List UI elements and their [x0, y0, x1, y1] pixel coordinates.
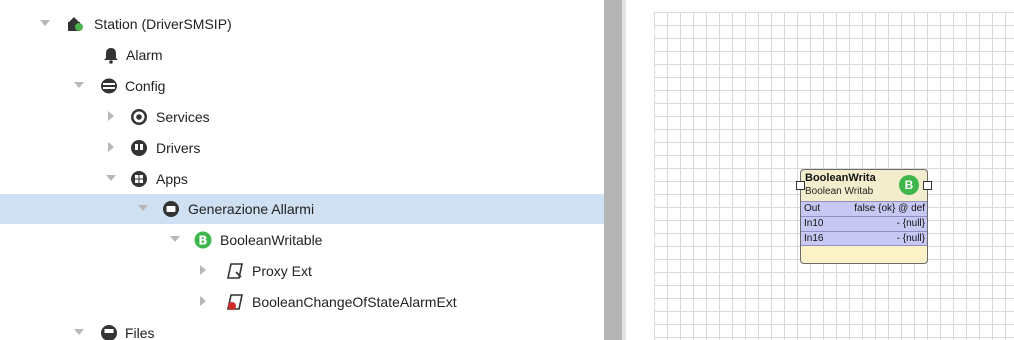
tree-row-apps[interactable]: Apps	[0, 164, 604, 194]
expand-arrow-icon[interactable]	[170, 236, 180, 242]
panel-divider[interactable]	[604, 0, 622, 340]
tree-label: Generazione Allarmi	[188, 201, 315, 217]
panel-divider-edge	[622, 0, 626, 340]
tree-label: Files	[125, 325, 155, 340]
bell-icon	[102, 46, 120, 64]
files-icon	[100, 324, 118, 340]
tree-label: Config	[125, 78, 166, 94]
expand-arrow-icon[interactable]	[40, 20, 50, 26]
expand-arrow-icon[interactable]	[200, 265, 206, 275]
tree-row-station[interactable]: Station (DriverSMSIP)	[0, 9, 604, 39]
tree-row-proxy-ext[interactable]: Proxy Ext	[0, 256, 604, 286]
tree-row-services[interactable]: Services	[0, 102, 604, 132]
alarm-ext-icon	[226, 293, 244, 311]
slot-name: In16	[804, 233, 824, 244]
output-port[interactable]	[923, 181, 932, 190]
folder-icon	[162, 200, 180, 218]
expand-arrow-icon[interactable]	[74, 329, 84, 335]
tree-row-files[interactable]: Files	[0, 318, 604, 340]
expand-arrow-icon[interactable]	[108, 142, 114, 152]
tree-label: Station (DriverSMSIP)	[94, 16, 232, 32]
tree-label: Alarm	[126, 47, 163, 63]
tree-label: Services	[156, 109, 210, 125]
database-icon	[100, 77, 118, 95]
tree-row-config[interactable]: Config	[0, 71, 604, 101]
block-footer	[801, 245, 927, 263]
slot-row-out[interactable]: Out false {ok} @ def	[801, 201, 927, 216]
station-icon	[66, 15, 84, 33]
tree-row-drivers[interactable]: Drivers	[0, 133, 604, 163]
input-port[interactable]	[796, 181, 805, 190]
slot-row-in16[interactable]: In16 - {null}	[801, 231, 927, 246]
slot-row-in10[interactable]: In10 - {null}	[801, 216, 927, 231]
block-title: BooleanWrita	[805, 172, 876, 184]
proxy-ext-icon	[226, 262, 244, 280]
block-header: BooleanWrita Boolean Writab B	[801, 170, 927, 200]
slot-name: Out	[804, 203, 821, 214]
tree-row-alarm-ext[interactable]: BooleanChangeOfStateAlarmExt	[0, 287, 604, 317]
tree-label: Drivers	[156, 140, 201, 156]
drivers-icon	[130, 139, 148, 157]
slot-value: false {ok} @ def	[854, 203, 925, 214]
slot-name: In10	[804, 218, 824, 229]
tree-label: BooleanWritable	[220, 232, 323, 248]
tree-row-generazione-allarmi[interactable]: Generazione Allarmi	[0, 194, 604, 224]
expand-arrow-icon[interactable]	[200, 296, 206, 306]
expand-arrow-icon[interactable]	[108, 111, 114, 121]
apps-icon	[130, 170, 148, 188]
slot-value: - {null}	[896, 218, 925, 229]
tree-row-alarm[interactable]: Alarm	[0, 40, 604, 70]
expand-arrow-icon[interactable]	[138, 205, 148, 211]
nav-tree: Station (DriverSMSIP) Alarm Config Servi…	[0, 0, 604, 340]
services-icon	[130, 108, 148, 126]
tree-label: Apps	[156, 171, 188, 187]
block-subtitle: Boolean Writab	[805, 186, 874, 197]
slot-value: - {null}	[896, 233, 925, 244]
expand-arrow-icon[interactable]	[106, 175, 116, 181]
boolean-point-icon: B	[194, 231, 212, 249]
svg-text:B: B	[198, 234, 207, 248]
tree-row-booleanwritable[interactable]: B BooleanWritable	[0, 225, 604, 255]
expand-arrow-icon[interactable]	[74, 82, 84, 88]
tree-label: BooleanChangeOfStateAlarmExt	[252, 294, 457, 310]
tree-label: Proxy Ext	[252, 263, 312, 279]
boolean-writable-block[interactable]: BooleanWrita Boolean Writab B Out false …	[796, 169, 932, 264]
boolean-badge-icon: B	[899, 175, 919, 195]
wiresheet-canvas[interactable]: BooleanWrita Boolean Writab B Out false …	[654, 12, 1014, 340]
